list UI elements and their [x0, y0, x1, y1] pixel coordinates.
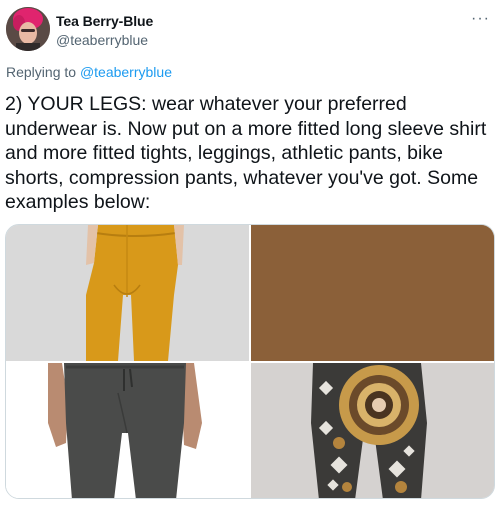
tweet-header: Tea Berry-Blue @teaberryblue ··· [6, 6, 490, 52]
media-image-brown-swatch[interactable] [251, 225, 494, 361]
more-options-icon[interactable]: ··· [471, 10, 490, 28]
media-grid [5, 224, 495, 499]
replying-prefix: Replying to [6, 64, 77, 80]
media-image-gray-pants[interactable] [6, 363, 249, 498]
tweet-text: 2) YOUR LEGS: wear whatever your preferr… [5, 93, 487, 214]
media-image-mustard-tights[interactable] [6, 225, 249, 361]
media-image-patterned-leggings[interactable] [251, 363, 494, 498]
avatar[interactable] [6, 7, 50, 51]
author-display-name[interactable]: Tea Berry-Blue [56, 13, 153, 29]
author-handle[interactable]: @teaberryblue [56, 32, 148, 48]
replying-handle-link[interactable]: @teaberryblue [80, 64, 172, 80]
replying-to: Replying to @teaberryblue [6, 64, 172, 80]
